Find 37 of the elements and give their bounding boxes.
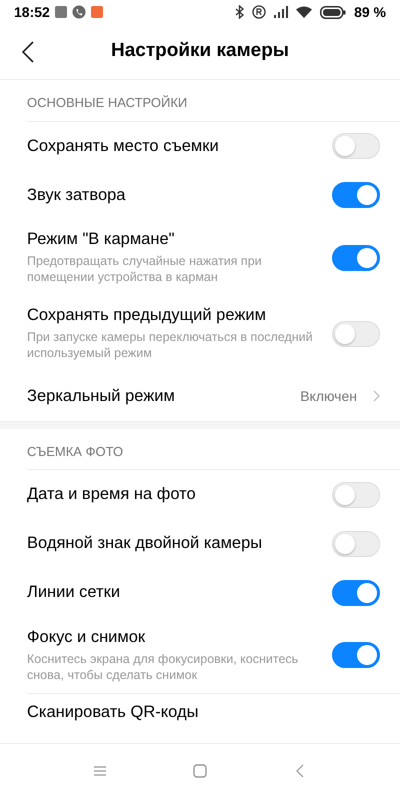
notification-icon: [54, 5, 68, 19]
bluetooth-icon: [235, 5, 244, 19]
setting-label: Сохранять место съемки: [27, 136, 219, 156]
setting-value: Включен: [300, 386, 357, 406]
setting-label: Режим "В кармане": [27, 229, 176, 250]
home-icon: [193, 764, 207, 778]
setting-link[interactable]: Зеркальный режим: [27, 386, 175, 406]
setting-label: Звук затвора: [27, 184, 126, 206]
chevron-icon: [373, 390, 380, 402]
section-header: ОСНОВНЫЕ НАСТРОЙКИ: [26, 94, 188, 112]
setting-label: Фокус и снимок: [27, 626, 146, 648]
setting-description: Коснитесь экрана для фокусировки, коснитесь снова, чтобы сделать снимок: [27, 650, 300, 684]
signal-icon: [274, 6, 288, 18]
setting-link[interactable]: Сканировать QR-коды: [27, 702, 198, 723]
battery-percentage: 89 %: [354, 2, 386, 22]
toggle-switch[interactable]: [332, 642, 380, 668]
wifi-icon: [296, 6, 312, 18]
page-title: Настройки камеры: [110, 39, 290, 64]
toggle-switch[interactable]: [332, 580, 380, 606]
roaming-icon: [252, 5, 266, 19]
phone-icon: [72, 5, 86, 19]
setting-description: При запуске камеры переключаться в последний используемый режим: [27, 329, 314, 362]
setting-label: Дата и время на фото: [27, 484, 196, 505]
toggle-switch[interactable]: [332, 182, 380, 208]
back-icon: [22, 40, 34, 63]
toggle-switch[interactable]: [332, 244, 380, 270]
setting-label: Водяной знак двойной камеры: [27, 533, 262, 554]
setting-description: Предотвращать случайные нажатия при помещении устройства в карман: [27, 253, 263, 286]
notification-icon: [90, 5, 104, 19]
clock: 18:52: [14, 2, 50, 22]
setting-label: Сохранять предыдущий режим: [27, 305, 267, 326]
setting-label: Линии сетки: [27, 582, 120, 603]
back-button[interactable]: [22, 40, 34, 64]
menu-icon: [94, 766, 106, 776]
back-icon: [296, 764, 304, 778]
section-header: СЪЕМКА ФОТО: [26, 442, 124, 460]
battery-icon: [320, 6, 346, 18]
